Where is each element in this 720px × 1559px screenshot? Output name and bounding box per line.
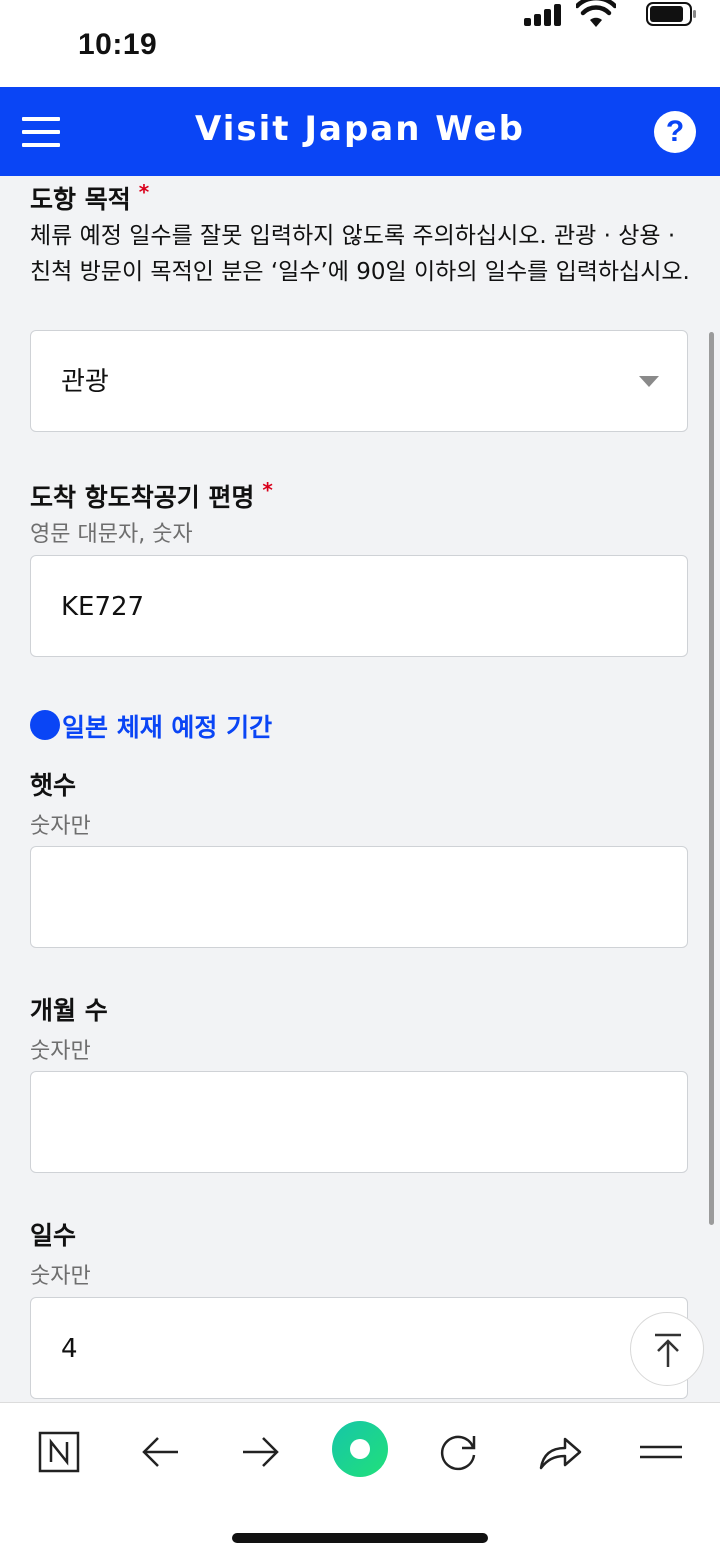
flight-hint: 영문 대문자, 숫자: [30, 522, 193, 547]
flight-number-input[interactable]: KE727: [30, 555, 688, 657]
days-value: 4: [61, 1334, 78, 1364]
months-label: 개월 수: [30, 996, 108, 1025]
required-mark: *: [262, 478, 273, 502]
share-icon[interactable]: [533, 1425, 587, 1479]
chevron-down-icon: [639, 376, 659, 387]
forward-arrow-icon[interactable]: [233, 1425, 287, 1479]
status-time: 10:19: [78, 28, 158, 61]
scroll-to-top-button[interactable]: [630, 1312, 704, 1386]
help-icon[interactable]: ?: [654, 111, 696, 153]
naver-n-icon[interactable]: [32, 1425, 86, 1479]
section-bullet-icon: [30, 710, 60, 740]
days-hint: 숫자만: [30, 1264, 91, 1289]
stay-period-heading-text: 일본 체재 예정 기간: [62, 713, 273, 742]
months-hint: 숫자만: [30, 1039, 91, 1064]
months-input[interactable]: [30, 1071, 688, 1173]
status-bar: 10:19: [0, 0, 720, 87]
years-input[interactable]: [30, 846, 688, 948]
purpose-select[interactable]: 관광: [30, 330, 688, 432]
flight-label: 도착 항도착공기 편명 *: [30, 478, 273, 514]
home-indicator[interactable]: [232, 1533, 488, 1543]
back-arrow-icon[interactable]: [134, 1425, 188, 1479]
app-title: Visit Japan Web: [195, 109, 525, 149]
required-mark: *: [138, 180, 150, 204]
flight-label-text: 도착 항도착공기 편명: [30, 483, 255, 512]
scrollbar[interactable]: [709, 332, 714, 1225]
refresh-icon[interactable]: [432, 1425, 486, 1479]
purpose-label: 도항 목적 *: [30, 180, 149, 216]
menu-lines-icon[interactable]: [634, 1425, 688, 1479]
green-dot-home-icon[interactable]: [330, 1419, 390, 1479]
purpose-description: 체류 예정 일수를 잘못 입력하지 않도록 주의하십시오. 관광 · 상용 · …: [30, 223, 690, 285]
wifi-icon: [576, 0, 616, 27]
days-input[interactable]: 4: [30, 1297, 688, 1399]
years-label: 햇수: [30, 771, 77, 800]
purpose-selected-value: 관광: [61, 367, 109, 397]
battery-icon: [646, 2, 696, 26]
years-hint: 숫자만: [30, 814, 91, 839]
cellular-signal-icon: [524, 4, 562, 26]
purpose-label-text: 도항 목적: [30, 185, 131, 214]
flight-number-value: KE727: [61, 592, 145, 622]
app-header: Visit Japan Web ?: [0, 87, 720, 176]
days-label: 일수: [30, 1221, 77, 1250]
arrow-up-to-line-icon: [655, 1333, 681, 1367]
